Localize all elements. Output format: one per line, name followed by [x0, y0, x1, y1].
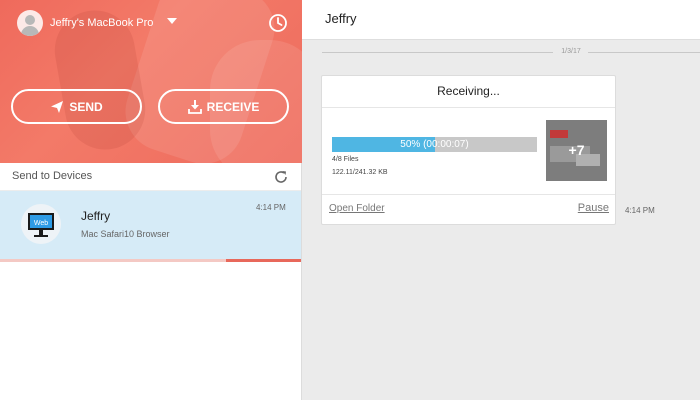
thumbnail-detail: [550, 130, 568, 138]
date-divider: [322, 52, 553, 53]
receive-button-label: RECEIVE: [206, 99, 260, 114]
download-icon: [187, 99, 202, 114]
monitor-icon: Web: [21, 204, 61, 244]
clock-icon[interactable]: [268, 13, 288, 33]
chevron-down-icon[interactable]: [167, 18, 178, 24]
avatar-head: [25, 15, 35, 25]
transfer-progress-bar: 50% (00:00:07): [332, 137, 537, 152]
file-count: 4/8 Files: [332, 156, 359, 163]
device-badge: Web: [34, 220, 48, 227]
refresh-icon[interactable]: [273, 169, 289, 185]
receive-button[interactable]: RECEIVE: [158, 89, 289, 124]
chat-header: Jeffry: [302, 0, 700, 40]
left-panel: Jeffry's MacBook Pro SEND RECEIVE Send t…: [0, 0, 302, 400]
chat-title: Jeffry: [325, 11, 357, 26]
file-thumbnail[interactable]: +7: [546, 120, 607, 181]
pause-button[interactable]: Pause: [578, 202, 609, 214]
paper-plane-icon: [51, 100, 64, 113]
devices-label: Send to Devices: [12, 170, 93, 182]
send-button[interactable]: SEND: [11, 89, 142, 124]
device-progress-bar: [225, 259, 301, 262]
device-item[interactable]: Web Jeffry Mac Safari10 Browser 4:14 PM: [0, 191, 301, 259]
divider: [322, 107, 615, 108]
transfer-status: Receiving...: [437, 84, 500, 98]
send-button-label: SEND: [69, 99, 103, 114]
app-window: Jeffry's MacBook Pro SEND RECEIVE Send t…: [0, 0, 700, 400]
device-description: Mac Safari10 Browser: [81, 229, 170, 239]
avatar: [17, 10, 43, 36]
file-size: 122.11/241.32 KB: [332, 169, 388, 176]
transfer-progress-label: 50% (00:00:07): [400, 139, 469, 150]
device-timestamp: 4:14 PM: [256, 203, 286, 212]
date-divider: [588, 52, 700, 53]
transfer-card: Receiving... 50% (00:00:07) 4/8 Files 12…: [321, 75, 616, 225]
date-label: 1/3/17: [561, 48, 581, 55]
divider: [322, 194, 615, 195]
account-name: Jeffry's MacBook Pro: [50, 17, 154, 29]
account-menu[interactable]: Jeffry's MacBook Pro: [17, 10, 178, 36]
device-name: Jeffry: [81, 209, 111, 223]
hero-header: Jeffry's MacBook Pro SEND RECEIVE: [0, 0, 302, 163]
chat-panel: Jeffry 1/3/17 Receiving... 50% (00:00:07…: [302, 0, 700, 400]
open-folder-link[interactable]: Open Folder: [329, 203, 385, 214]
more-files-count: +7: [568, 142, 585, 158]
message-timestamp: 4:14 PM: [625, 206, 655, 215]
avatar-body: [21, 26, 39, 36]
devices-header: Send to Devices: [0, 163, 301, 191]
